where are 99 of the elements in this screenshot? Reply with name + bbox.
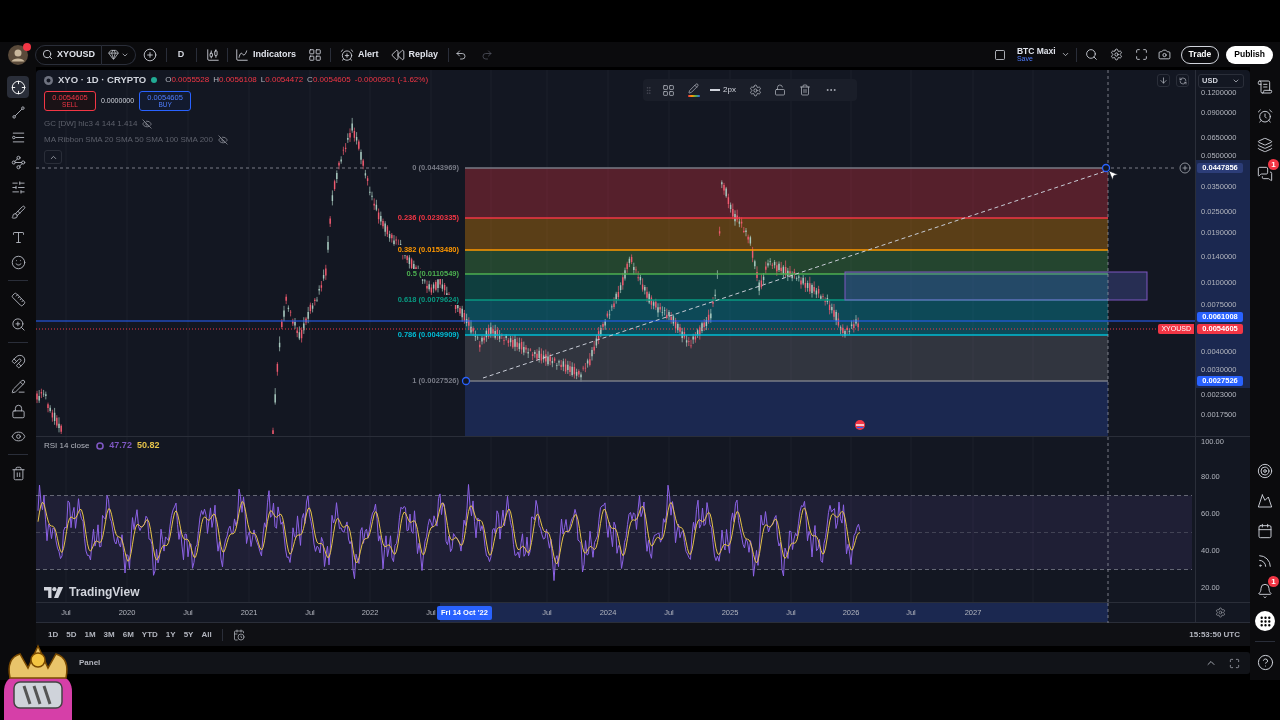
scroll-icon[interactable]: [1257, 79, 1273, 95]
settings-icon[interactable]: [1215, 607, 1226, 618]
calendar-icon[interactable]: [232, 628, 245, 641]
sliders-icon: [10, 179, 26, 195]
drag-handle-icon[interactable]: [644, 85, 653, 95]
range-button[interactable]: 6M: [122, 628, 134, 641]
alarm-clock-icon[interactable]: [1257, 108, 1273, 124]
range-button[interactable]: 5Y: [183, 628, 194, 641]
caret-icon: [1232, 77, 1240, 85]
event-marker-icon[interactable]: [855, 420, 865, 430]
unlocked-icon[interactable]: [773, 84, 786, 96]
trend-line[interactable]: [482, 170, 1107, 379]
drag-handle[interactable]: [461, 376, 471, 386]
mountain-icon[interactable]: [1257, 493, 1273, 509]
cursor-arrow-icon: [1107, 169, 1119, 181]
fullscreen-icon[interactable]: [1134, 48, 1148, 61]
search-icon[interactable]: [1084, 48, 1098, 61]
logo-icon: [44, 586, 64, 598]
brush-icon: [10, 204, 26, 220]
calendar-icon[interactable]: [1257, 523, 1273, 539]
publish-button[interactable]: Publish: [1226, 45, 1273, 64]
ring-icon: [96, 442, 105, 450]
eye-icon: [10, 428, 26, 444]
caret-icon[interactable]: [1060, 50, 1070, 59]
apps-grid-icon[interactable]: [1255, 611, 1275, 631]
target-icon[interactable]: [1257, 463, 1273, 479]
ohlc-value: L0.0054472: [260, 74, 304, 86]
smiley-icon: [10, 254, 26, 270]
drag-handle[interactable]: [1101, 163, 1111, 173]
ohlc-value: O0.0055528: [165, 74, 210, 86]
alert-button[interactable]: Alert: [340, 44, 379, 65]
notification-badge: 1: [1268, 159, 1279, 170]
refresh-button[interactable]: [1176, 74, 1189, 87]
clock-time: 15:53:50 UTC: [1189, 628, 1240, 641]
avatar-icon[interactable]: [8, 44, 28, 65]
rectangle-drawing[interactable]: [844, 271, 1148, 301]
indicator-title[interactable]: RSI 14 close: [44, 440, 90, 452]
ruler-icon: [10, 291, 26, 307]
ohlc-value: H0.0056108: [213, 74, 257, 86]
range-button[interactable]: 1Y: [165, 628, 176, 641]
line-width-button[interactable]: 2px: [710, 84, 736, 96]
panel-tab[interactable]: Panel: [79, 657, 101, 669]
eye-off-icon[interactable]: [218, 135, 228, 145]
chart-icon: [235, 47, 249, 62]
lock-icon: [10, 403, 26, 419]
layers-icon[interactable]: [1257, 137, 1273, 153]
range-button[interactable]: 3M: [103, 628, 115, 641]
help-icon[interactable]: [1256, 653, 1274, 671]
scroll-down-button[interactable]: [1157, 74, 1170, 87]
range-button[interactable]: All: [201, 628, 212, 641]
grid-icon[interactable]: [662, 83, 675, 97]
ring-icon: [44, 75, 53, 85]
indicator-value: 50.82: [136, 439, 160, 453]
rewind-icon: [390, 47, 405, 62]
trash-icon: [10, 465, 26, 481]
zoom-in-icon: [10, 316, 26, 332]
arrow-down-icon: [1159, 76, 1168, 85]
replay-button[interactable]: Replay: [390, 44, 439, 65]
candlestick-icon[interactable]: [206, 47, 220, 62]
refresh-icon: [1178, 76, 1187, 85]
indicators-button[interactable]: Indicators: [235, 44, 296, 65]
pencil-icon: [10, 378, 26, 394]
eye-off-icon[interactable]: [142, 119, 153, 129]
trend-line-icon: [10, 104, 26, 120]
magnet-icon: [10, 353, 26, 369]
camera-icon[interactable]: [1157, 48, 1171, 61]
trash-icon[interactable]: [798, 84, 811, 96]
range-button[interactable]: YTD: [141, 628, 158, 641]
tool-button[interactable]: [7, 76, 29, 98]
square-icon[interactable]: [993, 48, 1006, 61]
grid-icon[interactable]: [308, 47, 322, 62]
search-icon: [42, 49, 53, 60]
notification-badge: 1: [1268, 576, 1279, 587]
plus-circle-icon[interactable]: [143, 47, 157, 62]
alarm-clock-icon: [340, 47, 354, 62]
plus-circle-icon[interactable]: [1179, 162, 1191, 174]
indicator-value: 47.72: [109, 439, 132, 453]
interval-button[interactable]: D: [175, 47, 187, 62]
bell-icon[interactable]: [1257, 583, 1273, 599]
price-change: -0.0000901 (-1.62%): [354, 74, 429, 86]
settings-icon[interactable]: [748, 83, 762, 97]
range-button[interactable]: 1M: [84, 628, 96, 641]
text-icon: [10, 229, 26, 245]
crosshair-icon: [10, 79, 26, 95]
range-button[interactable]: 5D: [66, 628, 77, 641]
nodes-icon: [10, 154, 26, 170]
undo-icon[interactable]: [455, 48, 468, 61]
symbol-title: XYO · 1D · CRYPTO: [58, 72, 147, 87]
chat-icon[interactable]: [1257, 166, 1273, 182]
signal-icon[interactable]: [1257, 553, 1273, 569]
line-style-icon: [710, 89, 720, 91]
maximize-icon[interactable]: [1229, 657, 1240, 669]
pencil-color-icon[interactable]: [687, 82, 700, 98]
brand-name: TradingView: [69, 584, 140, 601]
gem-icon: [108, 49, 119, 60]
range-button[interactable]: 1D: [48, 628, 59, 641]
horizontal-lines-icon: [10, 129, 26, 145]
ohlc-value: C0.0054605: [307, 74, 351, 86]
settings-icon[interactable]: [1109, 48, 1123, 61]
